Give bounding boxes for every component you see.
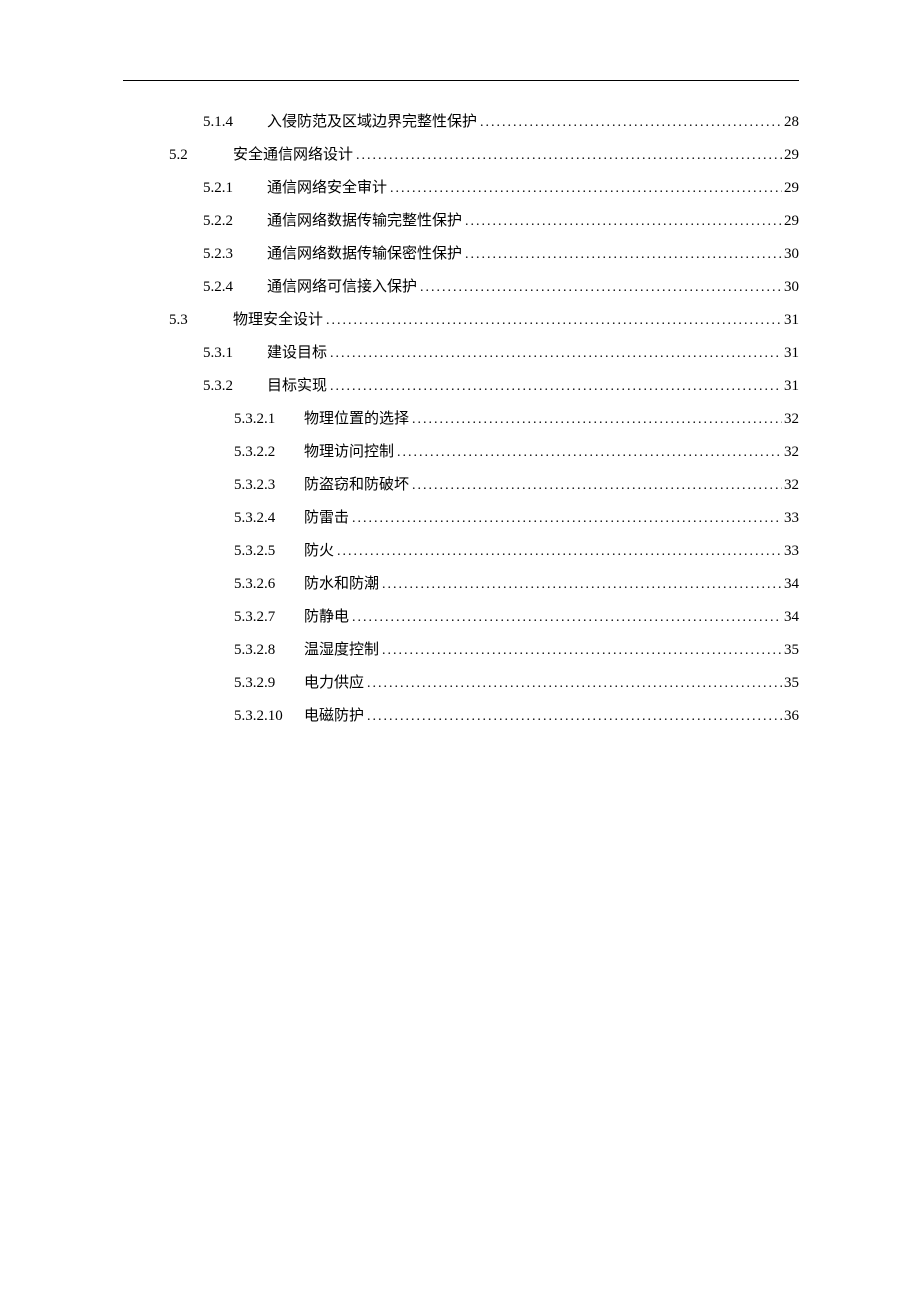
toc-entry-number: 5.3.2.9 [234, 671, 304, 695]
toc-entry: 5.2.3通信网络数据传输保密性保护 30 [123, 242, 799, 267]
toc-entry: 5.3.2.3防盗窃和防破坏 32 [123, 473, 799, 498]
toc-entry-page: 34 [782, 572, 799, 596]
toc-dots [323, 309, 782, 333]
toc-entry-title: 防盗窃和防破坏 [304, 473, 409, 497]
toc-entry: 5.3.2.8温湿度控制 35 [123, 638, 799, 663]
toc-dots [327, 375, 782, 399]
toc-dots [379, 573, 782, 597]
toc-entry-page: 32 [782, 407, 799, 431]
toc-entry: 5.3.1建设目标 31 [123, 341, 799, 366]
toc-dots [409, 474, 782, 498]
toc-dots [394, 441, 782, 465]
toc-entry-page: 36 [782, 704, 799, 728]
toc-dots [409, 408, 782, 432]
toc-entry-page: 33 [782, 539, 799, 563]
toc-entry-page: 32 [782, 473, 799, 497]
toc-entry-page: 31 [782, 308, 799, 332]
toc-entry-title: 物理安全设计 [233, 308, 323, 332]
toc-entry: 5.2.4通信网络可信接入保护 30 [123, 275, 799, 300]
toc-dots [364, 672, 782, 696]
toc-entry-page: 35 [782, 638, 799, 662]
toc-entry-number: 5.2.3 [203, 242, 267, 266]
toc-dots [349, 606, 782, 630]
toc-entry-title: 安全通信网络设计 [233, 143, 353, 167]
toc-dots [477, 111, 782, 135]
toc-entry: 5.3物理安全设计 31 [123, 308, 799, 333]
toc-entry-number: 5.3.2.3 [234, 473, 304, 497]
toc-entry-page: 31 [782, 341, 799, 365]
toc-entry-page: 35 [782, 671, 799, 695]
toc-entry: 5.1.4入侵防范及区域边界完整性保护 28 [123, 110, 799, 135]
toc-entry-page: 28 [782, 110, 799, 134]
toc-entry-title: 入侵防范及区域边界完整性保护 [267, 110, 477, 134]
toc-entry-number: 5.3.2.2 [234, 440, 304, 464]
toc-entry-title: 物理访问控制 [304, 440, 394, 464]
toc-entry-number: 5.3 [169, 308, 233, 332]
toc-entry: 5.3.2.2物理访问控制 32 [123, 440, 799, 465]
toc-entry-number: 5.1.4 [203, 110, 267, 134]
toc-entry-number: 5.3.2 [203, 374, 267, 398]
toc-entry-number: 5.2.2 [203, 209, 267, 233]
toc-entry: 5.3.2.10电磁防护 36 [123, 704, 799, 729]
toc-dots [334, 540, 782, 564]
header-divider [123, 80, 799, 81]
toc-entry-page: 31 [782, 374, 799, 398]
toc-dots [327, 342, 782, 366]
toc-entry-title: 建设目标 [267, 341, 327, 365]
toc-dots [417, 276, 782, 300]
toc-entry-number: 5.2.1 [203, 176, 267, 200]
toc-entry: 5.3.2.4防雷击 33 [123, 506, 799, 531]
toc-dots [364, 705, 782, 729]
toc-entry: 5.3.2目标实现 31 [123, 374, 799, 399]
table-of-contents: 5.1.4入侵防范及区域边界完整性保护285.2安全通信网络设计295.2.1通… [123, 110, 799, 737]
toc-entry-number: 5.3.2.4 [234, 506, 304, 530]
toc-entry-page: 34 [782, 605, 799, 629]
toc-entry: 5.3.2.5防火 33 [123, 539, 799, 564]
toc-entry-title: 温湿度控制 [304, 638, 379, 662]
toc-entry: 5.3.2.1物理位置的选择 32 [123, 407, 799, 432]
toc-entry-title: 防水和防潮 [304, 572, 379, 596]
toc-entry-number: 5.3.2.6 [234, 572, 304, 596]
toc-entry-number: 5.2 [169, 143, 233, 167]
toc-dots [349, 507, 782, 531]
toc-entry: 5.2安全通信网络设计 29 [123, 143, 799, 168]
toc-dots [379, 639, 782, 663]
toc-entry-title: 防火 [304, 539, 334, 563]
toc-entry-number: 5.3.2.5 [234, 539, 304, 563]
toc-entry-title: 通信网络可信接入保护 [267, 275, 417, 299]
toc-entry-number: 5.2.4 [203, 275, 267, 299]
toc-entry-title: 通信网络数据传输保密性保护 [267, 242, 462, 266]
toc-entry-title: 防静电 [304, 605, 349, 629]
toc-entry-page: 29 [782, 209, 799, 233]
toc-entry-page: 29 [782, 176, 799, 200]
toc-dots [462, 243, 782, 267]
toc-entry-title: 电力供应 [304, 671, 364, 695]
toc-entry-title: 通信网络数据传输完整性保护 [267, 209, 462, 233]
toc-entry-title: 目标实现 [267, 374, 327, 398]
toc-entry: 5.3.2.7防静电 34 [123, 605, 799, 630]
toc-entry: 5.3.2.9电力供应 35 [123, 671, 799, 696]
toc-dots [387, 177, 782, 201]
toc-entry-title: 物理位置的选择 [304, 407, 409, 431]
toc-entry-title: 防雷击 [304, 506, 349, 530]
toc-entry: 5.2.2通信网络数据传输完整性保护 29 [123, 209, 799, 234]
toc-entry: 5.2.1通信网络安全审计 29 [123, 176, 799, 201]
toc-entry-number: 5.3.2.7 [234, 605, 304, 629]
toc-entry-page: 32 [782, 440, 799, 464]
toc-entry: 5.3.2.6防水和防潮 34 [123, 572, 799, 597]
toc-entry-page: 33 [782, 506, 799, 530]
toc-dots [462, 210, 782, 234]
toc-entry-page: 30 [782, 275, 799, 299]
toc-entry-page: 29 [782, 143, 799, 167]
toc-entry-number: 5.3.2.8 [234, 638, 304, 662]
toc-dots [353, 144, 782, 168]
toc-entry-title: 通信网络安全审计 [267, 176, 387, 200]
toc-entry-number: 5.3.2.10 [234, 704, 304, 728]
toc-entry-number: 5.3.2.1 [234, 407, 304, 431]
toc-entry-title: 电磁防护 [304, 704, 364, 728]
toc-entry-number: 5.3.1 [203, 341, 267, 365]
toc-entry-page: 30 [782, 242, 799, 266]
